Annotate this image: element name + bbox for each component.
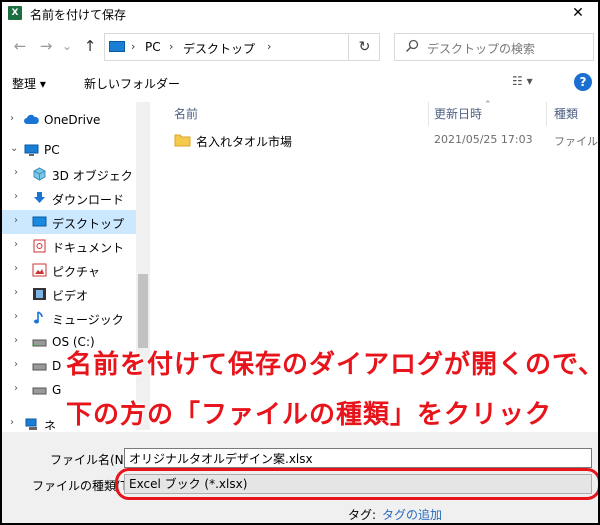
address-bar[interactable]: › PC › デスクトップ › ⌄ (104, 33, 432, 61)
nav-item-downloads[interactable]: › ダウンロード (2, 186, 136, 210)
new-folder-button[interactable]: 新しいフォルダー (84, 75, 180, 92)
back-button[interactable]: ← (10, 36, 30, 56)
chevron-right-icon[interactable]: › (14, 287, 18, 298)
pc-icon (109, 41, 125, 52)
cube-icon (33, 167, 46, 181)
file-name: 名入れタオル市場 (196, 135, 293, 149)
music-icon (34, 311, 43, 324)
close-button[interactable]: ✕ (558, 2, 598, 24)
nav-item-label: OneDrive (44, 113, 101, 127)
filename-input[interactable] (124, 448, 592, 468)
chevron-right-icon[interactable]: › (14, 359, 18, 370)
file-type: ファイル フ (554, 135, 598, 148)
chevron-right-icon[interactable]: › (14, 167, 18, 178)
folder-icon (174, 134, 191, 147)
search-placeholder: デスクトップの検索 (427, 42, 536, 56)
forward-button[interactable]: → (36, 36, 56, 56)
organize-button[interactable]: 整理 ▾ (12, 75, 46, 92)
annotation-highlight-ring (115, 468, 598, 500)
scrollbar-thumb[interactable] (138, 274, 148, 348)
breadcrumb-separator: › (169, 40, 174, 53)
nav-item-onedrive[interactable]: › OneDrive (2, 108, 136, 132)
column-header-name[interactable]: 名前 (174, 105, 198, 122)
desktop-icon (32, 216, 47, 227)
window-title: 名前を付けて保存 (30, 8, 127, 22)
nav-item-label: ダウンロード (52, 193, 125, 207)
nav-item-music[interactable]: › ミュージック (2, 306, 136, 330)
chevron-right-icon[interactable]: › (14, 215, 18, 226)
save-as-dialog: X 名前を付けて保存 ✕ ← → ⌄ ↑ › PC › デスクトップ › ⌄ ↻… (2, 2, 598, 523)
nav-item-pc[interactable]: ⌄ PC (2, 138, 136, 162)
excel-icon: X (8, 6, 22, 20)
nav-item-label: ビデオ (52, 289, 89, 303)
file-date: 2021/05/25 17:03 (434, 133, 533, 146)
document-icon (33, 239, 46, 253)
tags-label: タグ: (348, 508, 377, 522)
download-icon (34, 192, 45, 203)
column-divider (428, 102, 429, 126)
view-options-button[interactable]: ☷ ▾ (512, 74, 552, 92)
breadcrumb-desktop[interactable]: デスクトップ (183, 40, 255, 57)
drive-icon (32, 363, 47, 371)
chevron-right-icon[interactable]: › (14, 383, 18, 394)
nav-item-videos[interactable]: › ビデオ (2, 282, 136, 306)
cloud-icon (24, 114, 39, 124)
file-row[interactable]: 名入れタオル市場 2021/05/25 17:03 ファイル フ (166, 130, 598, 152)
chevron-right-icon[interactable]: › (10, 417, 14, 428)
nav-item-label: デスクトップ (52, 217, 125, 231)
column-divider (546, 102, 547, 126)
breadcrumb-separator: › (267, 40, 272, 53)
breadcrumb-separator: › (131, 40, 136, 53)
chevron-right-icon[interactable]: › (14, 191, 18, 202)
chevron-right-icon[interactable]: › (14, 263, 18, 274)
filename-label: ファイル名(N): (50, 453, 133, 467)
nav-item-label: ミュージック (52, 313, 124, 327)
picture-icon (32, 263, 47, 277)
chevron-right-icon[interactable]: › (10, 113, 14, 124)
title-bar: X 名前を付けて保存 ✕ (2, 2, 598, 24)
search-icon (405, 39, 419, 53)
chevron-down-icon[interactable]: ⌄ (10, 143, 18, 154)
drive-icon (32, 339, 47, 347)
annotation-line-1: 名前を付けて保存のダイアログが開くので、 (66, 350, 598, 380)
refresh-button[interactable]: ↻ (348, 33, 380, 61)
nav-item-label: PC (44, 143, 60, 157)
chevron-right-icon[interactable]: › (14, 311, 18, 322)
nav-item-documents[interactable]: › ドキュメント (2, 234, 136, 258)
navigation-bar: ← → ⌄ ↑ › PC › デスクトップ › ⌄ ↻ デスクトップの検索 (2, 28, 598, 64)
video-icon (33, 288, 46, 300)
pc-icon (24, 144, 39, 156)
nav-item-3d-objects[interactable]: › 3D オブジェクト (2, 162, 145, 186)
search-box[interactable]: デスクトップの検索 (394, 33, 594, 61)
nav-item-label: ネ (44, 419, 57, 430)
chevron-right-icon[interactable]: › (14, 239, 18, 250)
nav-item-label: 3D オブジェクト (52, 169, 145, 183)
help-button[interactable]: ? (574, 73, 592, 91)
nav-item-desktop[interactable]: › デスクトップ (2, 210, 136, 234)
add-tag-link[interactable]: タグの追加 (382, 506, 442, 523)
breadcrumb-pc[interactable]: PC (145, 40, 161, 54)
nav-item-label: G (52, 383, 62, 397)
sort-indicator-icon: ⌃ (484, 100, 492, 110)
command-bar: 整理 ▾ 新しいフォルダー ☷ ▾ ? (2, 68, 598, 98)
nav-item-label: ピクチャ (52, 265, 100, 279)
nav-item-label: ドキュメント (52, 241, 125, 255)
nav-item-pictures[interactable]: › ピクチャ (2, 258, 136, 282)
annotation-line-2: 下の方の「ファイルの種類」をクリック (66, 400, 553, 430)
up-button[interactable]: ↑ (80, 36, 100, 56)
drive-icon (32, 387, 47, 395)
chevron-right-icon[interactable]: › (14, 335, 18, 346)
recent-locations-button[interactable]: ⌄ (60, 36, 74, 56)
column-header-type[interactable]: 種類 (554, 105, 578, 122)
column-header-date[interactable]: 更新日時 (434, 105, 482, 122)
save-form: ファイル名(N): ファイルの種類(T): Excel ブック (*.xlsx)… (2, 432, 598, 523)
nav-item-label: D (52, 359, 62, 373)
network-icon (25, 418, 37, 430)
